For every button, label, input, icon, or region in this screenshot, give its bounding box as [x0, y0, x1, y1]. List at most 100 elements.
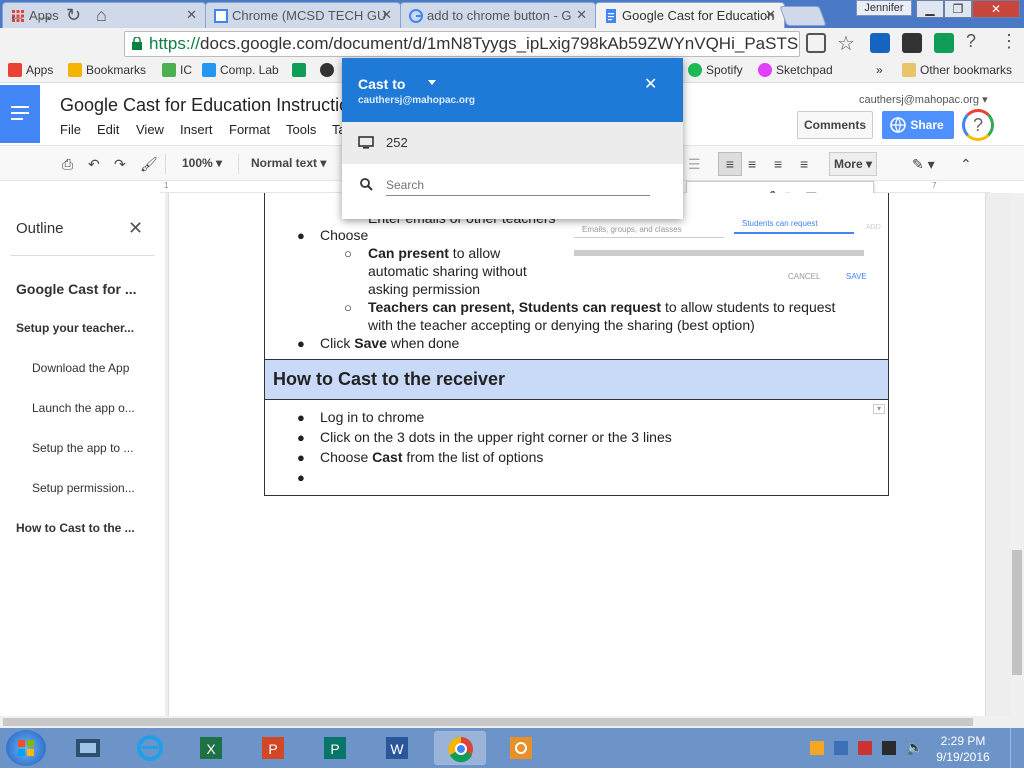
- reload-icon[interactable]: ↻: [66, 5, 81, 26]
- avatar[interactable]: ?: [962, 109, 994, 141]
- profile-button[interactable]: Jennifer: [856, 0, 912, 16]
- extension-icon[interactable]: [870, 33, 890, 53]
- tab-chrome-guide[interactable]: Chrome (MCSD TECH GU ✕: [205, 2, 401, 28]
- outline-item[interactable]: Setup your teacher...: [16, 321, 151, 335]
- outline-item[interactable]: How to Cast to the ...: [16, 521, 151, 535]
- collapse-chevron-icon[interactable]: ⌃: [960, 156, 972, 173]
- show-desktop-button[interactable]: [1010, 728, 1024, 768]
- taskbar-explorer[interactable]: [62, 731, 114, 765]
- menu-icon[interactable]: ⋮: [1000, 31, 1018, 52]
- back-arrow-icon[interactable]: ←: [8, 5, 26, 26]
- minimize-button[interactable]: ▁: [916, 0, 944, 18]
- taskbar-outlook[interactable]: [496, 731, 548, 765]
- bookmarks-overflow[interactable]: »: [876, 63, 883, 77]
- menu-insert[interactable]: Insert: [180, 122, 213, 137]
- bookmark-apps[interactable]: Apps: [8, 63, 53, 77]
- cast-title[interactable]: Cast to: [358, 76, 405, 92]
- start-button[interactable]: [6, 730, 46, 766]
- taskbar-word[interactable]: W: [372, 731, 424, 765]
- zoom-select[interactable]: 100% ▾: [182, 156, 222, 170]
- bookmark-spotify[interactable]: Spotify: [688, 63, 743, 77]
- docs-icon: [214, 9, 228, 23]
- tray-app-icon[interactable]: [834, 741, 848, 755]
- menu-edit[interactable]: Edit: [97, 122, 119, 137]
- bookmark-label: Other bookmarks: [920, 63, 1013, 77]
- bookmark-comp-lab[interactable]: Comp. Lab: [202, 63, 279, 77]
- close-icon[interactable]: ✕: [576, 7, 587, 23]
- print-icon[interactable]: ⎙: [62, 156, 73, 173]
- menu-tools[interactable]: Tools: [286, 122, 316, 137]
- align-center-icon[interactable]: ≡: [748, 156, 756, 172]
- film-extension-icon[interactable]: [902, 33, 922, 53]
- cast-icon[interactable]: [806, 33, 826, 53]
- bookmark-sketchpad[interactable]: Sketchpad: [758, 63, 833, 77]
- section-heading-cell[interactable]: How to Cast to the receiver: [264, 359, 889, 400]
- outline-item[interactable]: Setup the app to ...: [32, 441, 150, 455]
- new-tab-button[interactable]: [779, 6, 827, 26]
- tab-add-to-chrome[interactable]: add to chrome button - G ✕: [400, 2, 596, 28]
- close-icon[interactable]: ✕: [128, 218, 143, 239]
- bookmark-ic[interactable]: IC: [162, 63, 192, 77]
- comments-button[interactable]: Comments: [797, 111, 873, 139]
- classroom-extension-icon[interactable]: [934, 33, 954, 53]
- horizontal-scrollbar-thumb[interactable]: [3, 718, 973, 726]
- menu-view[interactable]: View: [136, 122, 164, 137]
- outline-item[interactable]: Setup permission...: [32, 481, 150, 495]
- tray-alert-icon[interactable]: [858, 741, 872, 755]
- taskbar-excel[interactable]: X: [186, 731, 238, 765]
- align-right-icon[interactable]: ≡: [774, 156, 782, 172]
- checklist-icon[interactable]: ☰: [688, 156, 701, 173]
- close-icon[interactable]: ✕: [381, 7, 392, 23]
- bookmark-s[interactable]: [320, 63, 338, 77]
- taskbar-internet-explorer[interactable]: [124, 731, 176, 765]
- document-title[interactable]: Google Cast for Education Instructions: [60, 95, 360, 116]
- chevron-down-icon[interactable]: ▾: [873, 404, 885, 414]
- align-justify-icon[interactable]: ≡: [800, 156, 808, 172]
- paint-format-icon[interactable]: 🖌: [140, 156, 158, 173]
- close-icon[interactable]: ✕: [765, 7, 776, 23]
- align-left-icon[interactable]: ≡: [718, 152, 742, 176]
- other-bookmarks[interactable]: Other bookmarks: [902, 63, 1012, 77]
- bookmark-bookmarks[interactable]: Bookmarks: [68, 63, 146, 77]
- bookmark-label: Spotify: [706, 63, 743, 77]
- forward-arrow-icon[interactable]: →: [36, 5, 54, 26]
- tab-cast-for-education[interactable]: Google Cast for Education ✕: [595, 2, 785, 28]
- outlook-icon: [510, 737, 532, 759]
- network-icon[interactable]: [882, 741, 896, 755]
- help-icon[interactable]: ?: [966, 31, 976, 52]
- chevron-down-icon[interactable]: [428, 80, 436, 85]
- more-label: More: [833, 157, 863, 171]
- taskbar-publisher[interactable]: P: [310, 731, 362, 765]
- outline-item[interactable]: Google Cast for ...: [16, 281, 151, 297]
- cast-search-input[interactable]: [386, 174, 650, 196]
- address-bar[interactable]: https://docs.google.com/document/d/1mN8T…: [124, 31, 800, 57]
- redo-icon[interactable]: ↷: [114, 156, 126, 173]
- close-icon[interactable]: ✕: [186, 7, 197, 23]
- taskbar-powerpoint[interactable]: P: [248, 731, 300, 765]
- bullet: ●: [297, 410, 305, 425]
- volume-icon[interactable]: 🔈: [906, 739, 923, 756]
- undo-icon[interactable]: ↶: [88, 156, 100, 173]
- system-clock[interactable]: 2:29 PM 9/19/2016: [928, 733, 998, 765]
- docs-home-button[interactable]: [0, 85, 40, 143]
- outlook-tray-icon[interactable]: [810, 741, 824, 755]
- menu-format[interactable]: Format: [229, 122, 270, 137]
- editing-mode-pencil-icon[interactable]: ✎ ▾: [912, 156, 935, 173]
- style-select[interactable]: Normal text ▾: [251, 156, 326, 170]
- star-icon[interactable]: ☆: [837, 31, 855, 56]
- outline-item[interactable]: Launch the app o...: [32, 401, 150, 415]
- close-window-button[interactable]: ✕: [972, 0, 1020, 18]
- taskbar-chrome[interactable]: [434, 731, 486, 765]
- menu-file[interactable]: File: [60, 122, 81, 137]
- bookmark-classroom[interactable]: [292, 63, 310, 77]
- vertical-scrollbar-thumb[interactable]: [1012, 550, 1022, 675]
- close-icon[interactable]: ✕: [644, 74, 657, 94]
- outline-item[interactable]: Download the App: [32, 361, 167, 375]
- url-path: docs.google.com/document/d/1mN8Tyygs_ipL…: [200, 34, 800, 53]
- more-button[interactable]: More ▾: [829, 152, 877, 176]
- home-icon[interactable]: ⌂: [96, 5, 107, 26]
- maximize-button[interactable]: ❐: [944, 0, 972, 18]
- ic-icon: [162, 63, 176, 77]
- share-button[interactable]: Share: [882, 111, 954, 139]
- account-email[interactable]: cauthersj@mahopac.org ▾: [859, 93, 988, 106]
